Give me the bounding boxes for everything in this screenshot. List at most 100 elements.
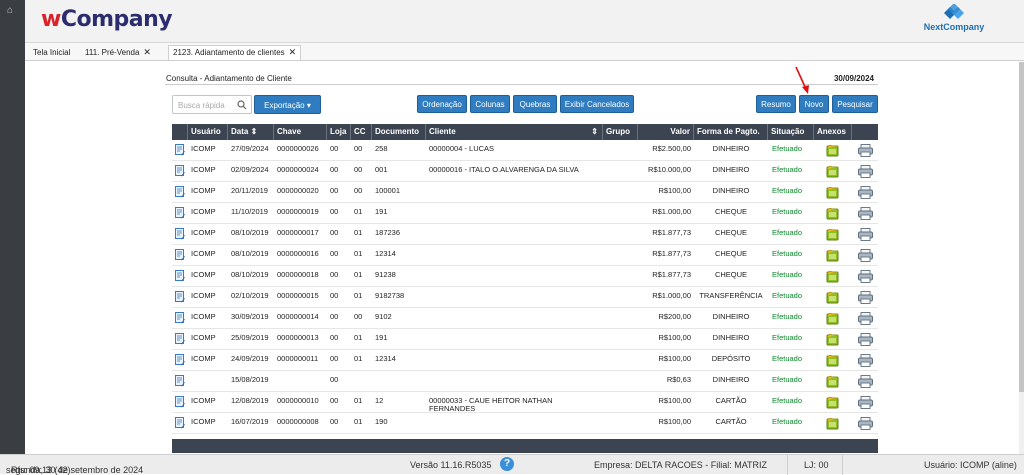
cell-user: ICOMP	[191, 186, 216, 195]
print-icon[interactable]	[858, 396, 873, 409]
edit-document-icon[interactable]	[175, 228, 185, 240]
attachment-icon[interactable]	[826, 311, 839, 325]
table-row[interactable]: ICOMP 02/10/2019 0000000015 00 01 9182738 R$1.…	[172, 287, 878, 308]
order-button[interactable]: Ordenação	[417, 95, 467, 113]
tab-home[interactable]: Tela Inicial	[29, 46, 74, 61]
cell-doc: 12314	[375, 249, 396, 258]
table-row[interactable]: ICOMP 16/07/2019 0000000008 00 01 190 R$100,00…	[172, 413, 878, 434]
print-icon[interactable]	[858, 312, 873, 325]
table-row[interactable]: ICOMP 11/10/2019 0000000019 00 01 191 R$1.000,…	[172, 203, 878, 224]
header-cliente[interactable]: Cliente ⇕	[426, 124, 603, 140]
print-icon[interactable]	[858, 417, 873, 430]
edit-document-icon[interactable]	[175, 417, 185, 429]
show-cancelled-button[interactable]: Exibir Cancelados	[560, 95, 634, 113]
cell-date: 15/08/2019	[231, 375, 269, 384]
print-icon[interactable]	[858, 207, 873, 220]
table-row[interactable]: ICOMP 27/09/2024 0000000026 00 00 258 00000004…	[172, 140, 878, 161]
close-icon[interactable]: ✕	[289, 47, 297, 57]
edit-document-icon[interactable]	[175, 375, 185, 387]
print-icon[interactable]	[858, 144, 873, 157]
cell-doc: 12	[375, 396, 384, 405]
edit-document-icon[interactable]	[175, 186, 185, 198]
print-icon[interactable]	[858, 228, 873, 241]
cell-pay: TRANSFERÊNCIA	[699, 291, 763, 300]
print-icon[interactable]	[858, 165, 873, 178]
cell-key: 0000000017	[277, 228, 319, 237]
cell-value: R$2.500,00	[652, 144, 691, 153]
breaks-button[interactable]: Quebras	[513, 95, 557, 113]
edit-document-icon[interactable]	[175, 291, 185, 303]
columns-button[interactable]: Colunas	[470, 95, 510, 113]
cell-store: 00	[330, 165, 339, 174]
summary-button[interactable]: Resumo	[756, 95, 796, 113]
header-chave[interactable]: Chave	[274, 124, 327, 140]
edit-document-icon[interactable]	[175, 312, 185, 324]
table-row[interactable]: 15/08/2019 00 R$0,63 DINHEIRO Efetuado	[172, 371, 878, 392]
header-situacao[interactable]: Situação	[768, 124, 814, 140]
cell-doc: 9102	[375, 312, 392, 321]
edit-document-icon[interactable]	[175, 333, 185, 345]
table-row[interactable]: ICOMP 12/08/2019 0000000010 00 01 12 00000033 …	[172, 392, 878, 413]
edit-document-icon[interactable]	[175, 165, 185, 177]
print-icon[interactable]	[858, 354, 873, 367]
table-row[interactable]: ICOMP 08/10/2019 0000000016 00 01 12314 R$1.87…	[172, 245, 878, 266]
cell-user: ICOMP	[191, 312, 216, 321]
table-row[interactable]: ICOMP 20/11/2019 0000000020 00 00 100001 R$100…	[172, 182, 878, 203]
attachment-icon[interactable]	[826, 416, 839, 430]
header-valor[interactable]: Valor	[638, 124, 694, 140]
header-usuario[interactable]: Usuário	[188, 124, 228, 140]
edit-document-icon[interactable]	[175, 144, 185, 156]
table-row[interactable]: ICOMP 24/09/2019 0000000011 00 01 12314 R$100,…	[172, 350, 878, 371]
attachment-icon[interactable]	[826, 353, 839, 367]
attachment-icon[interactable]	[826, 206, 839, 220]
header-grupo[interactable]: Grupo	[603, 124, 638, 140]
tab-adiantamento[interactable]: 2123. Adiantamento de clientes ✕	[168, 45, 302, 60]
table-row[interactable]: ICOMP 02/09/2024 0000000024 00 00 001 00000016…	[172, 161, 878, 182]
header-anexos[interactable]: Anexos	[814, 124, 852, 140]
attachment-icon[interactable]	[826, 332, 839, 346]
edit-document-icon[interactable]	[175, 270, 185, 282]
attachment-icon[interactable]	[826, 248, 839, 262]
scrollbar-thumb[interactable]	[1019, 62, 1024, 392]
print-icon[interactable]	[858, 291, 873, 304]
header-documento[interactable]: Documento	[372, 124, 426, 140]
home-icon[interactable]: ⌂	[7, 5, 13, 16]
export-button[interactable]: Exportação ▾	[254, 95, 321, 114]
header-forma-pagto[interactable]: Forma de Pagto.	[694, 124, 768, 140]
search-button[interactable]: Pesquisar	[832, 95, 878, 113]
attachment-icon[interactable]	[826, 143, 839, 157]
attachment-icon[interactable]	[826, 227, 839, 241]
close-icon[interactable]: ✕	[143, 47, 151, 57]
attachment-icon[interactable]	[826, 290, 839, 304]
table-row[interactable]: ICOMP 08/10/2019 0000000018 00 01 91238 R$1.87…	[172, 266, 878, 287]
edit-document-icon[interactable]	[175, 396, 185, 408]
table-row[interactable]: ICOMP 25/09/2019 0000000013 00 01 191 R$100,00…	[172, 329, 878, 350]
attachment-icon[interactable]	[826, 269, 839, 283]
header-cc[interactable]: CC	[351, 124, 372, 140]
edit-document-icon[interactable]	[175, 207, 185, 219]
table-row[interactable]: ICOMP 08/10/2019 0000000017 00 01 187236 R$1.8…	[172, 224, 878, 245]
print-icon[interactable]	[858, 186, 873, 199]
table-row[interactable]: ICOMP 30/09/2019 0000000014 00 00 9102 R$200,0…	[172, 308, 878, 329]
attachment-icon[interactable]	[826, 164, 839, 178]
help-icon[interactable]: ?	[500, 457, 514, 471]
print-icon[interactable]	[858, 249, 873, 262]
edit-document-icon[interactable]	[175, 354, 185, 366]
header-data[interactable]: Data ⇕	[228, 124, 274, 140]
print-icon[interactable]	[858, 333, 873, 346]
cell-store: 00	[330, 333, 339, 342]
edit-document-icon[interactable]	[175, 249, 185, 261]
print-icon[interactable]	[858, 270, 873, 283]
tab-pre-venda[interactable]: 111. Pré-Venda ✕	[81, 46, 155, 61]
quick-search-input[interactable]: Busca rápida	[172, 95, 252, 114]
cell-date: 20/11/2019	[231, 186, 268, 195]
new-button[interactable]: Novo	[799, 95, 829, 113]
attachment-icon[interactable]	[826, 374, 839, 388]
cell-cc: 01	[354, 249, 363, 258]
attachment-icon[interactable]	[826, 395, 839, 409]
attachment-icon[interactable]	[826, 185, 839, 199]
cell-store: 00	[330, 270, 339, 279]
print-icon[interactable]	[858, 375, 873, 388]
cell-value: R$100,00	[658, 186, 691, 195]
header-loja[interactable]: Loja	[327, 124, 351, 140]
